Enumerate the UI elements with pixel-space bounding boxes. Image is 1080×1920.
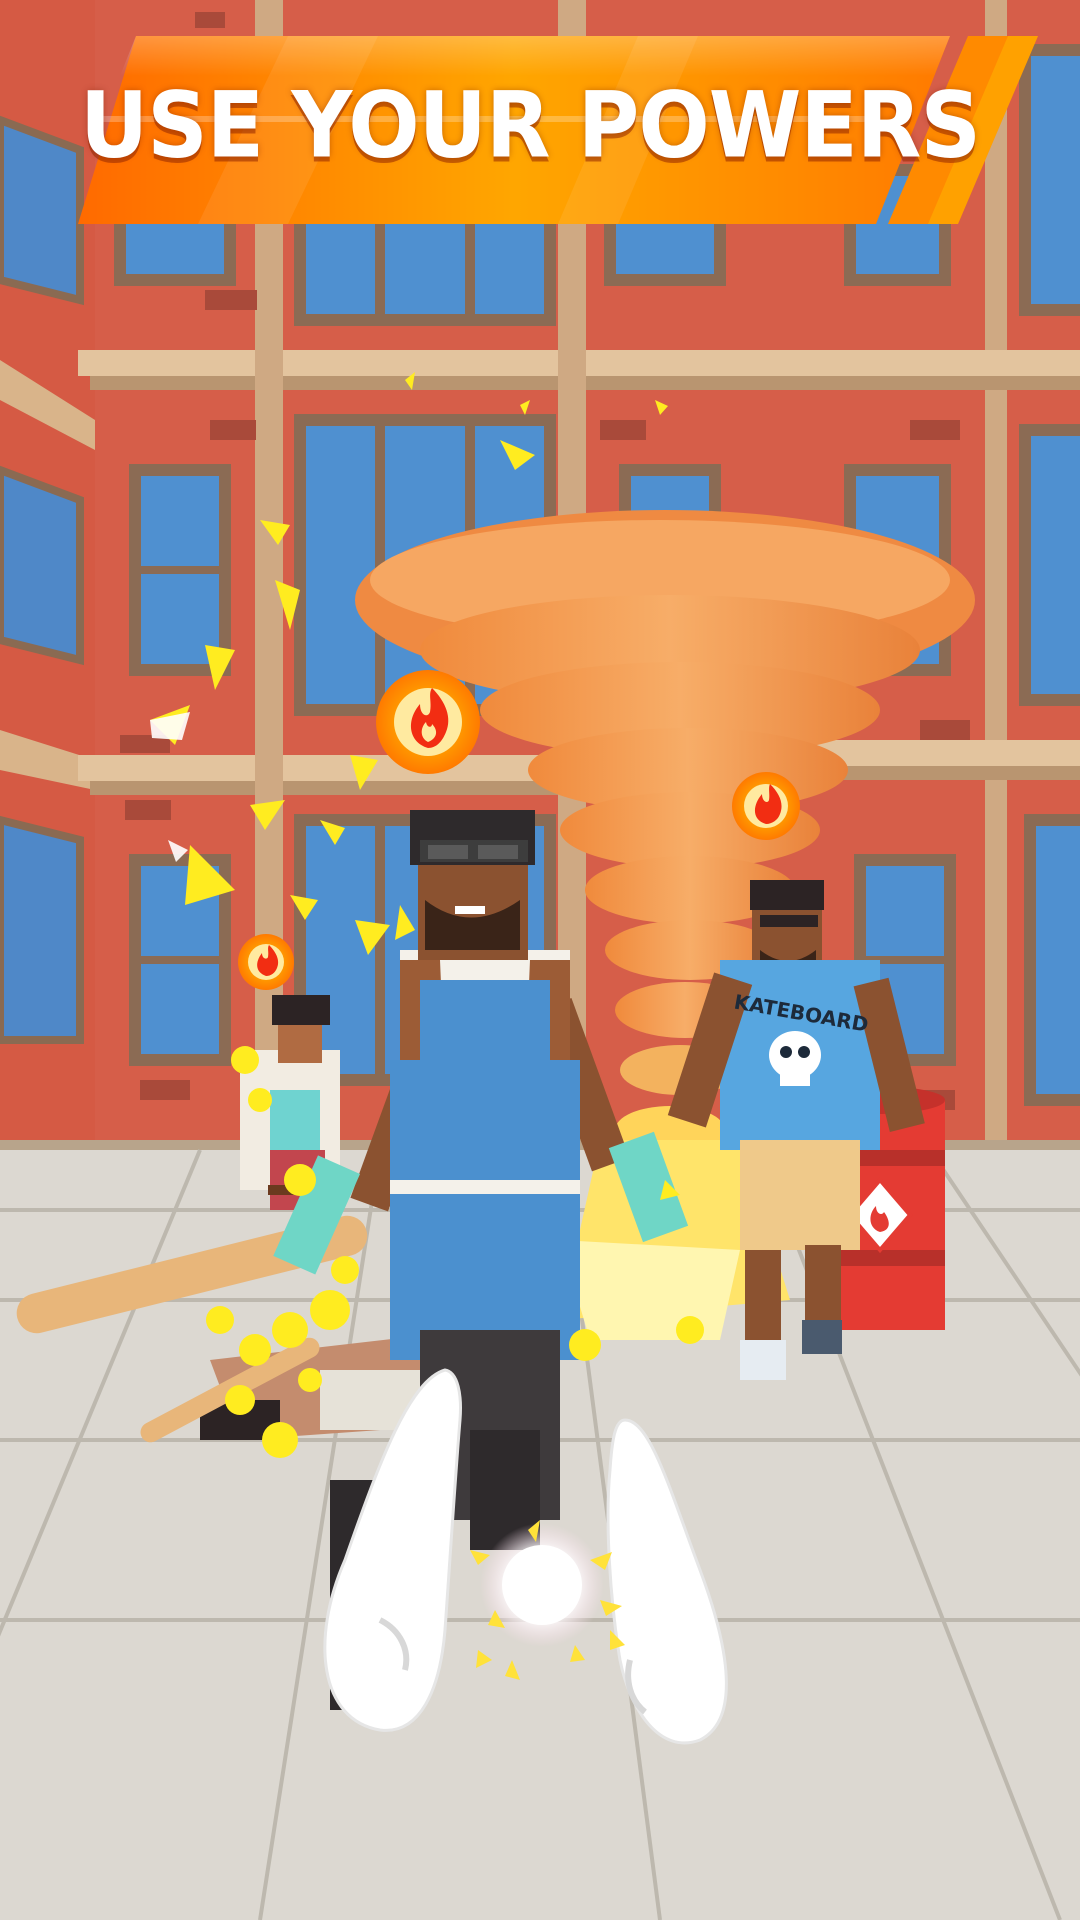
fire-status-icon-apron [376, 670, 480, 774]
fire-status-icon-skate [732, 772, 800, 840]
title-banner: USE YOUR POWERS [78, 36, 1038, 226]
fire-status-icon-woman [238, 934, 294, 990]
game-scene[interactable]: KATEBOARD [0, 0, 1080, 1920]
game-screen: KATEBOARD USE YOUR POWERS [0, 0, 1080, 1920]
banner-title: USE YOUR POWERS [80, 72, 981, 178]
